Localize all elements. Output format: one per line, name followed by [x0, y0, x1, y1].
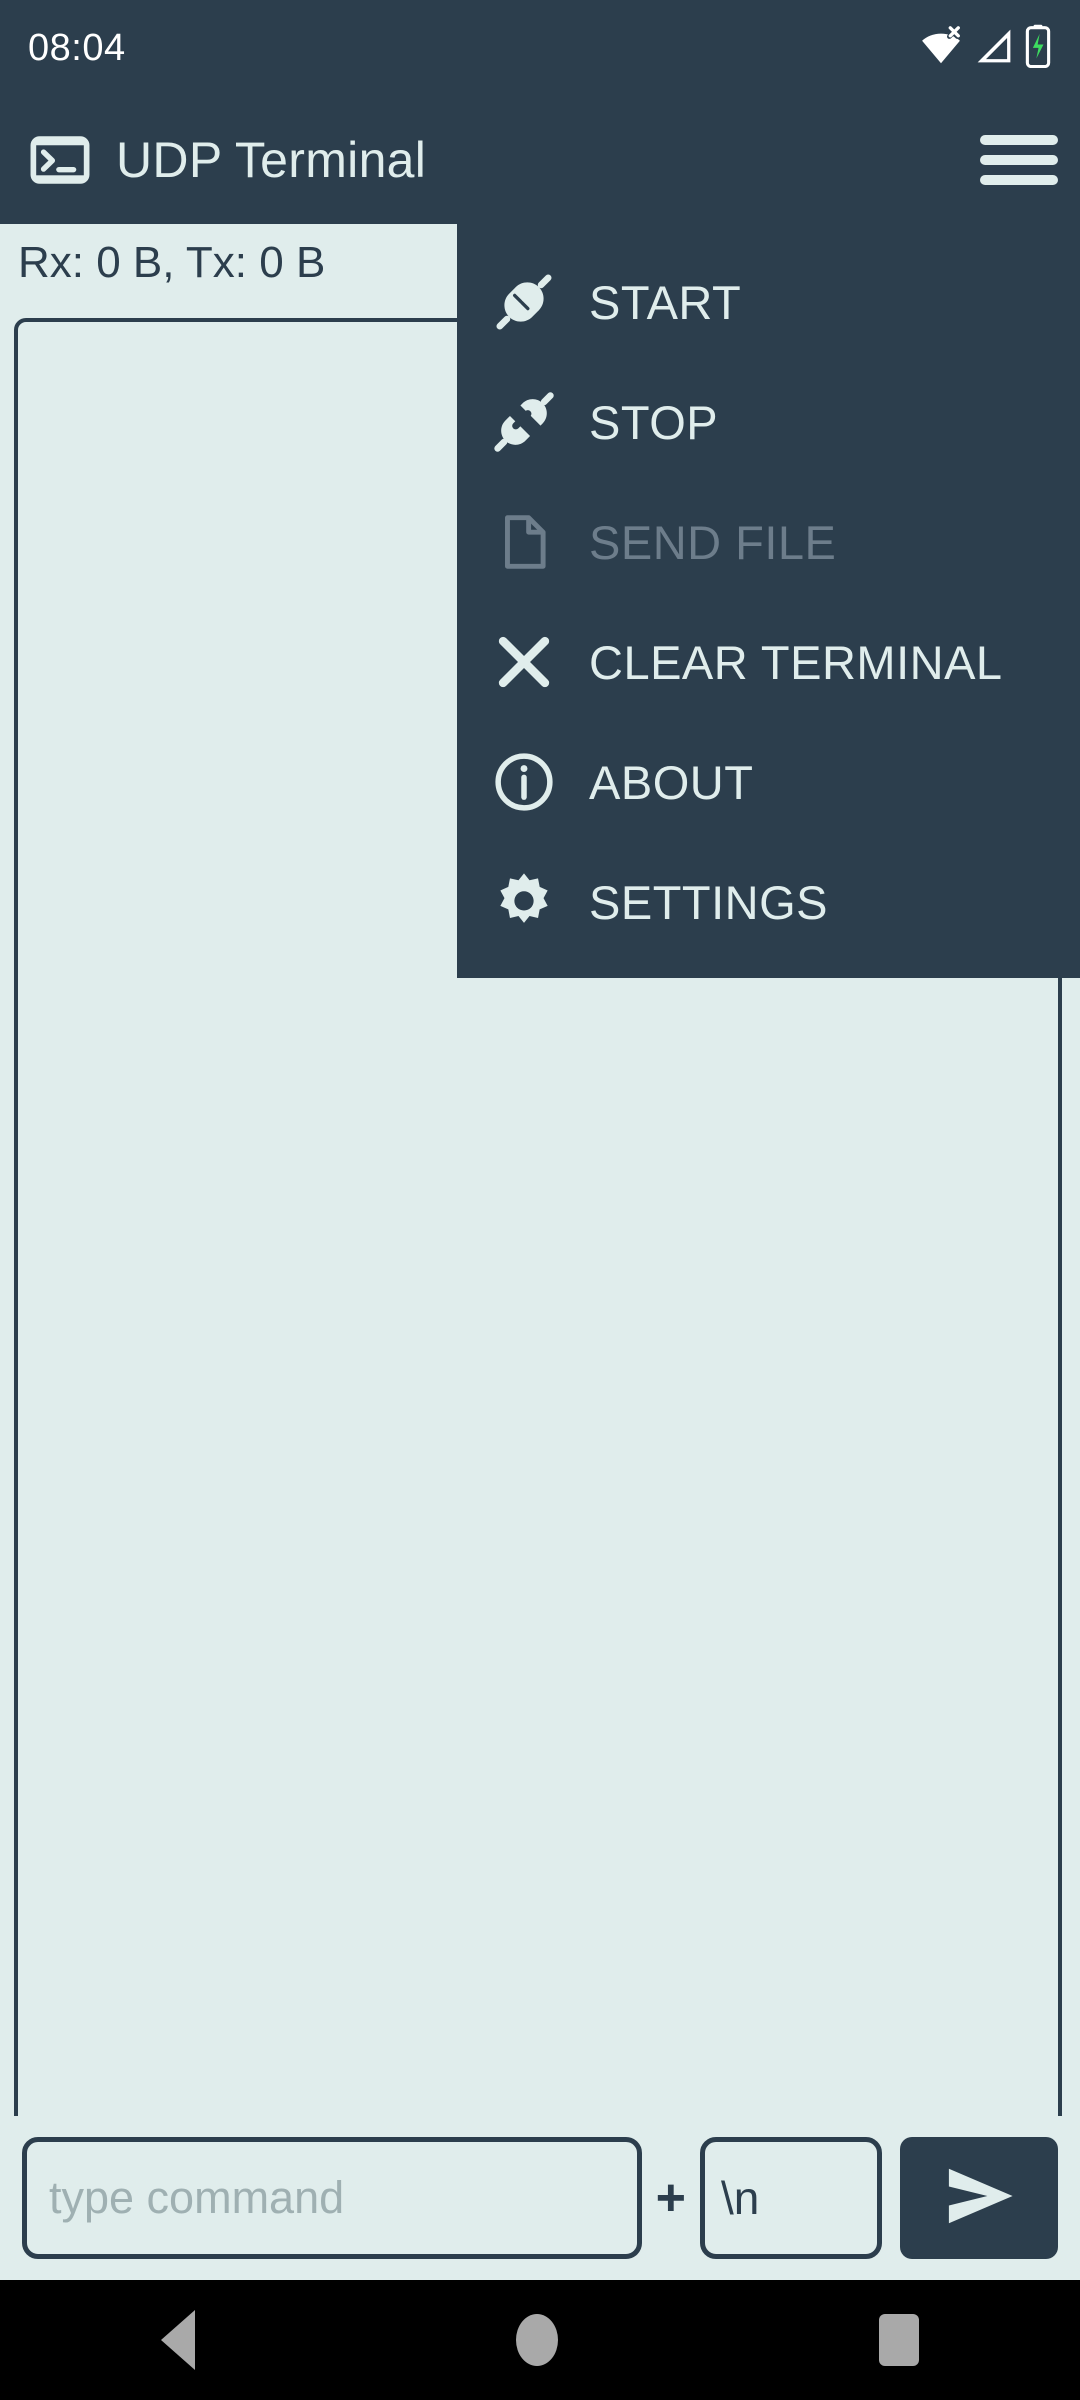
- menu-item-label: CLEAR TERMINAL: [589, 635, 1003, 689]
- recents-icon[interactable]: [879, 2314, 920, 2366]
- command-input-bar: type command + \n: [0, 2116, 1080, 2280]
- plug-disconnected-icon: [489, 387, 559, 457]
- status-bar-icons: [918, 24, 1052, 73]
- hamburger-menu-icon[interactable]: [980, 129, 1058, 191]
- menu-item-stop[interactable]: STOP: [457, 362, 1080, 482]
- menu-item-start[interactable]: START: [457, 242, 1080, 362]
- plus-separator: +: [655, 2169, 686, 2227]
- hamburger-bar: [980, 135, 1058, 145]
- line-ending-input[interactable]: \n: [700, 2137, 882, 2259]
- menu-item-label: ABOUT: [589, 755, 754, 809]
- battery-charging-icon: [1024, 24, 1052, 73]
- command-input-placeholder: type command: [49, 2172, 345, 2223]
- file-icon: [489, 507, 559, 577]
- menu-item-label: STOP: [589, 395, 719, 449]
- hamburger-bar: [980, 155, 1058, 165]
- terminal-icon: [26, 126, 94, 194]
- back-icon[interactable]: [160, 2310, 195, 2370]
- plug-connected-icon: [489, 267, 559, 337]
- menu-item-label: SEND FILE: [589, 515, 837, 569]
- menu-item-label: SETTINGS: [589, 875, 829, 929]
- status-bar: 08:04: [0, 0, 1080, 96]
- app-screen: 08:04 UDP Terminal Rx: 0 B, Tx: 0 B type…: [0, 0, 1080, 2400]
- command-input[interactable]: type command: [22, 2137, 642, 2259]
- cellular-signal-icon: [974, 26, 1014, 71]
- gear-icon: [489, 867, 559, 937]
- menu-item-settings[interactable]: SETTINGS: [457, 842, 1080, 962]
- menu-item-label: START: [589, 275, 742, 329]
- menu-item-send-file[interactable]: SEND FILE: [457, 482, 1080, 602]
- hamburger-bar: [980, 175, 1058, 185]
- send-button[interactable]: [900, 2137, 1058, 2259]
- line-ending-value: \n: [721, 2172, 760, 2224]
- home-icon[interactable]: [515, 2314, 558, 2366]
- android-nav-bar: [0, 2280, 1080, 2400]
- close-x-icon: [489, 627, 559, 697]
- page-title: UDP Terminal: [116, 132, 427, 188]
- status-bar-clock: 08:04: [28, 26, 126, 69]
- info-circle-icon: [489, 747, 559, 817]
- app-bar: UDP Terminal: [0, 96, 1080, 224]
- send-arrow-icon: [936, 2161, 1022, 2236]
- menu-item-about[interactable]: ABOUT: [457, 722, 1080, 842]
- menu-item-clear-terminal[interactable]: CLEAR TERMINAL: [457, 602, 1080, 722]
- wifi-off-icon: [918, 25, 964, 71]
- overflow-menu: START STOP SEND FILE CLEAR TERMINAL ABOU…: [457, 224, 1080, 978]
